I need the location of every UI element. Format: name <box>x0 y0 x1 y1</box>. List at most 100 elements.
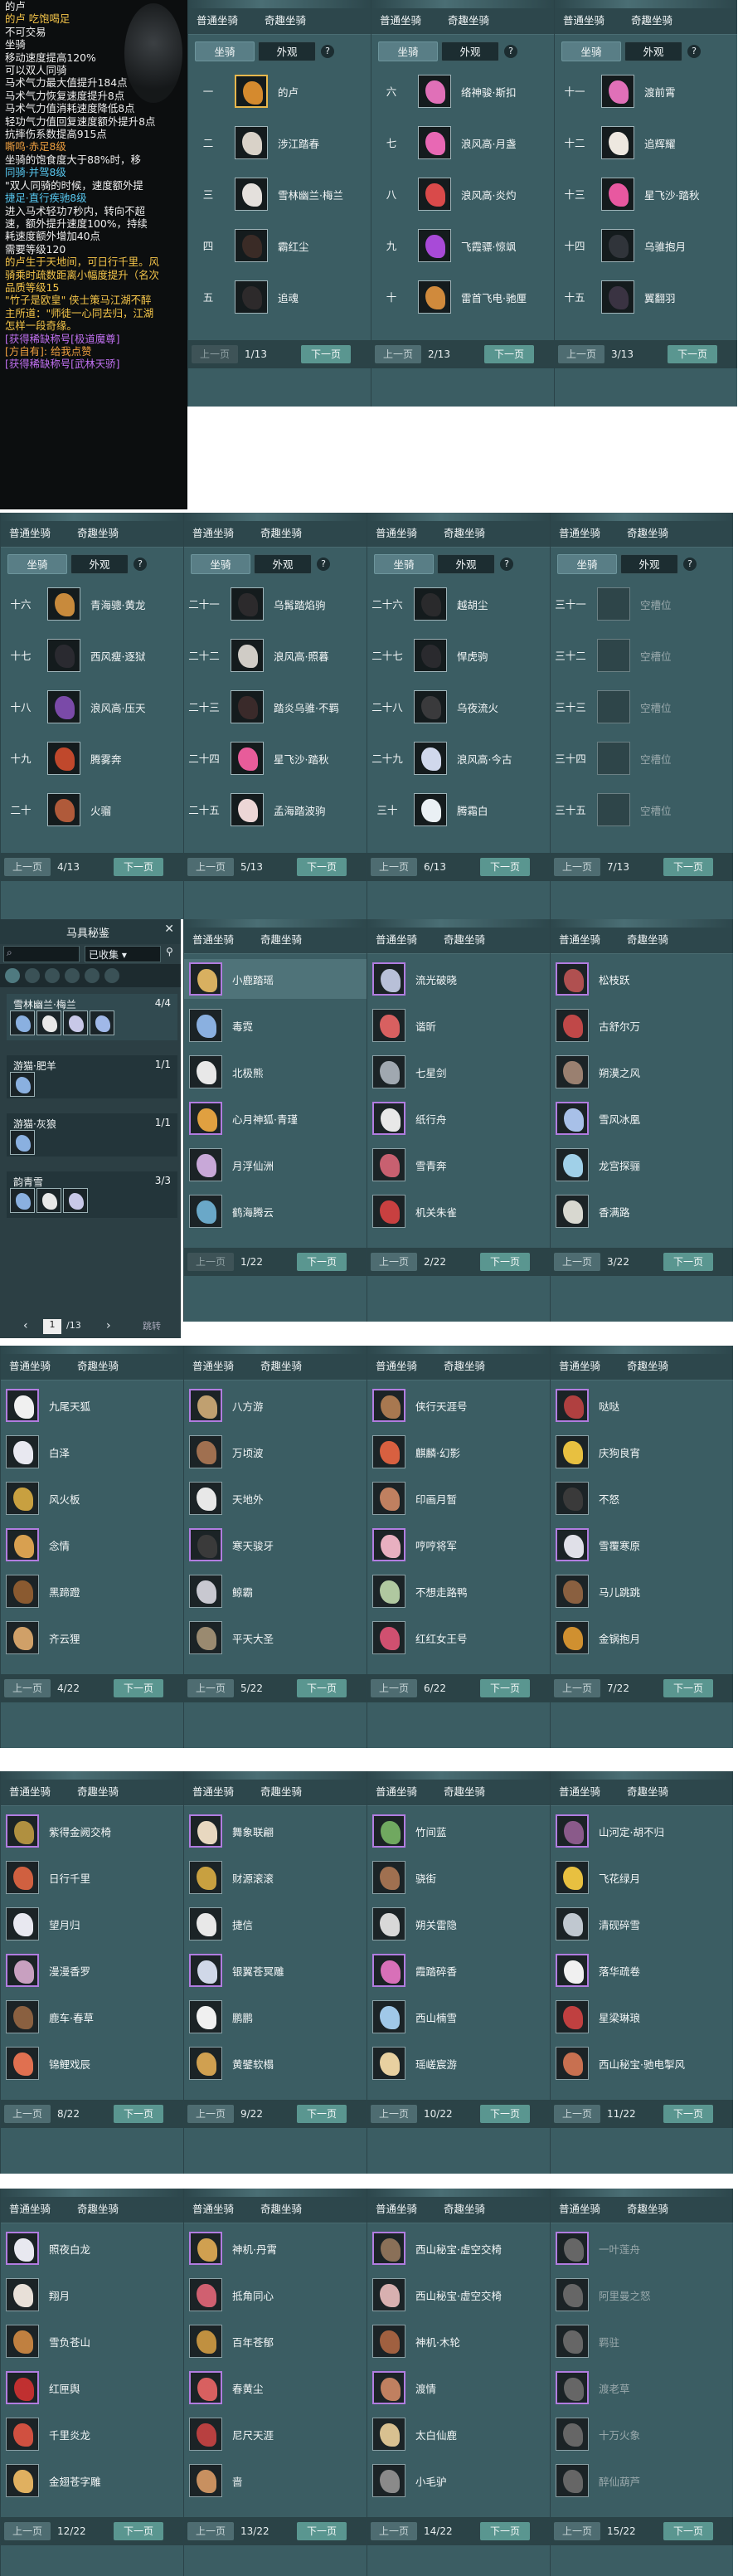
tab-normal-mounts[interactable]: 普通坐骑 <box>192 931 234 949</box>
tab-special-mounts[interactable]: 奇趣坐骑 <box>444 931 485 949</box>
tack-icon[interactable] <box>104 968 119 983</box>
mount-row[interactable]: 三十一 空槽位 <box>551 582 733 626</box>
special-mount-row[interactable]: 醉仙葫芦 <box>551 2461 733 2501</box>
mount-row[interactable]: 七 浪风高·月盏 <box>371 121 554 164</box>
tab-normal-mounts[interactable]: 普通坐骑 <box>192 1783 234 1801</box>
saddle-item-icon[interactable] <box>63 1010 88 1035</box>
mount-row[interactable]: 二十三 踏炎乌骓·不羁 <box>184 685 367 728</box>
next-page-button[interactable]: 下一页 <box>114 2522 163 2540</box>
tab-normal-mounts[interactable]: 普通坐骑 <box>376 1783 417 1801</box>
special-mount-row[interactable]: 小毛驴 <box>367 2461 550 2501</box>
help-icon[interactable]: ? <box>687 45 701 58</box>
tab-normal-mounts[interactable]: 普通坐骑 <box>376 524 417 543</box>
prev-page-button[interactable]: 上一页 <box>371 1253 417 1271</box>
special-mount-row[interactable]: 白泽 <box>1 1432 183 1472</box>
prev-page-button[interactable]: 上一页 <box>4 1679 51 1697</box>
prev-page-button[interactable]: 上一页 <box>192 345 238 363</box>
subtab-mount[interactable]: 坐骑 <box>378 41 438 61</box>
prev-page-button[interactable]: 上一页 <box>371 2522 417 2540</box>
special-mount-row[interactable]: 九尾天狐 <box>1 1385 183 1425</box>
next-page-button[interactable]: 下一页 <box>663 2105 713 2123</box>
tab-special-mounts[interactable]: 奇趣坐骑 <box>260 1783 302 1801</box>
special-mount-row[interactable]: 不怒 <box>551 1478 733 1518</box>
special-mount-row[interactable]: 侠行天涯号 <box>367 1385 550 1425</box>
tab-special-mounts[interactable]: 奇趣坐骑 <box>444 2200 485 2218</box>
close-icon[interactable]: ✕ <box>164 923 174 936</box>
special-mount-row[interactable]: 天地外 <box>184 1478 367 1518</box>
help-icon[interactable]: ? <box>504 45 517 58</box>
special-mount-row[interactable]: 机关朱雀 <box>367 1191 550 1231</box>
page-input[interactable]: 1 <box>43 1319 61 1334</box>
special-mount-row[interactable]: 麒麟·幻影 <box>367 1432 550 1472</box>
prev-page-button[interactable]: 上一页 <box>4 2522 51 2540</box>
special-mount-row[interactable]: 谐昕 <box>367 1006 550 1045</box>
special-mount-row[interactable]: 香满路 <box>551 1191 733 1231</box>
collected-filter-select[interactable]: 已收集 ▾ <box>85 946 161 962</box>
mount-row[interactable]: 三十三 空槽位 <box>551 685 733 728</box>
tab-normal-mounts[interactable]: 普通坐骑 <box>376 1357 417 1376</box>
next-page-button[interactable]: 下一页 <box>480 858 530 876</box>
special-mount-row[interactable]: 毒霓 <box>184 1006 367 1045</box>
search-input[interactable]: ⌕ <box>3 946 80 962</box>
special-mount-row[interactable]: 雪青奔 <box>367 1145 550 1185</box>
tab-special-mounts[interactable]: 奇趣坐骑 <box>77 524 119 543</box>
special-mount-row[interactable]: 舞象联翩 <box>184 1811 367 1851</box>
tab-normal-mounts[interactable]: 普通坐骑 <box>559 524 600 543</box>
special-mount-row[interactable]: 紫得金阙交椅 <box>1 1811 183 1851</box>
next-page-button[interactable]: 下一页 <box>663 1679 713 1697</box>
subtab-appearance[interactable]: 外观 <box>254 554 312 574</box>
mount-row[interactable]: 二十二 浪风高·照暮 <box>184 634 367 677</box>
special-mount-row[interactable]: 骁街 <box>367 1858 550 1897</box>
special-mount-row[interactable]: 念情 <box>1 1525 183 1565</box>
bridle-icon[interactable] <box>85 968 100 983</box>
special-mount-row[interactable]: 银翼苍冥雕 <box>184 1950 367 1990</box>
saddle-item-icon[interactable] <box>10 1130 35 1155</box>
special-mount-row[interactable]: 雪覆寒原 <box>551 1525 733 1565</box>
special-mount-row[interactable]: 望月归 <box>1 1904 183 1944</box>
special-mount-row[interactable]: 黑蹄蹬 <box>1 1571 183 1611</box>
tab-special-mounts[interactable]: 奇趣坐骑 <box>448 12 489 30</box>
tab-special-mounts[interactable]: 奇趣坐骑 <box>627 2200 668 2218</box>
tab-special-mounts[interactable]: 奇趣坐骑 <box>265 12 306 30</box>
mount-row[interactable]: 十二 追辉耀 <box>555 121 737 164</box>
tab-special-mounts[interactable]: 奇趣坐骑 <box>260 1357 302 1376</box>
tab-normal-mounts[interactable]: 普通坐骑 <box>563 12 604 30</box>
special-mount-row[interactable]: 鹿车·春草 <box>1 1997 183 2037</box>
special-mount-row[interactable]: 西山楠雪 <box>367 1997 550 2037</box>
mount-row[interactable]: 九 飞霞骠·惊飒 <box>371 224 554 267</box>
special-mount-row[interactable]: 金翅苍字雕 <box>1 2461 183 2501</box>
special-mount-row[interactable]: 鲸霸 <box>184 1571 367 1611</box>
mount-row[interactable]: 十六 青海骢·黄龙 <box>1 582 183 626</box>
next-page-button[interactable]: 下一页 <box>484 345 534 363</box>
mount-row[interactable]: 十四 乌骓抱月 <box>555 224 737 267</box>
tab-special-mounts[interactable]: 奇趣坐骑 <box>77 2200 119 2218</box>
special-mount-row[interactable]: 渡情 <box>367 2368 550 2408</box>
tab-normal-mounts[interactable]: 普通坐骑 <box>376 931 417 949</box>
special-mount-row[interactable]: 古舒尔万 <box>551 1006 733 1045</box>
prev-page-button[interactable]: 上一页 <box>371 1679 417 1697</box>
special-mount-row[interactable]: 羁驻 <box>551 2321 733 2361</box>
special-mount-row[interactable]: 霞踏碎香 <box>367 1950 550 1990</box>
special-mount-row[interactable]: 山河定·胡不归 <box>551 1811 733 1851</box>
tab-special-mounts[interactable]: 奇趣坐骑 <box>627 1783 668 1801</box>
special-mount-row[interactable]: 朔漠之风 <box>551 1052 733 1092</box>
special-mount-row[interactable]: 黄鐾软榻 <box>184 2043 367 2083</box>
mount-row[interactable]: 十五 翼翻羽 <box>555 275 737 319</box>
mount-row[interactable]: 二十 火骝 <box>1 788 183 831</box>
special-mount-row[interactable]: 神机·丹霄 <box>184 2228 367 2268</box>
special-mount-row[interactable]: 照夜白龙 <box>1 2228 183 2268</box>
help-icon[interactable]: ? <box>317 558 330 571</box>
next-page-button[interactable]: 下一页 <box>297 2522 347 2540</box>
prev-page-button[interactable]: 上一页 <box>4 858 51 876</box>
special-mount-row[interactable]: 渡老草 <box>551 2368 733 2408</box>
mount-row[interactable]: 六 络神骏·斯扣 <box>371 70 554 113</box>
next-page-button[interactable]: 下一页 <box>114 858 163 876</box>
special-mount-row[interactable]: 印画月暂 <box>367 1478 550 1518</box>
saddle-item-icon[interactable] <box>36 1188 61 1213</box>
saddle-item-icon[interactable] <box>10 1188 35 1213</box>
special-mount-row[interactable]: 神机·木轮 <box>367 2321 550 2361</box>
special-mount-row[interactable]: 财源滚滚 <box>184 1858 367 1897</box>
subtab-mount[interactable]: 坐骑 <box>195 41 255 61</box>
tab-normal-mounts[interactable]: 普通坐骑 <box>559 1783 600 1801</box>
subtab-appearance[interactable]: 外观 <box>70 554 129 574</box>
